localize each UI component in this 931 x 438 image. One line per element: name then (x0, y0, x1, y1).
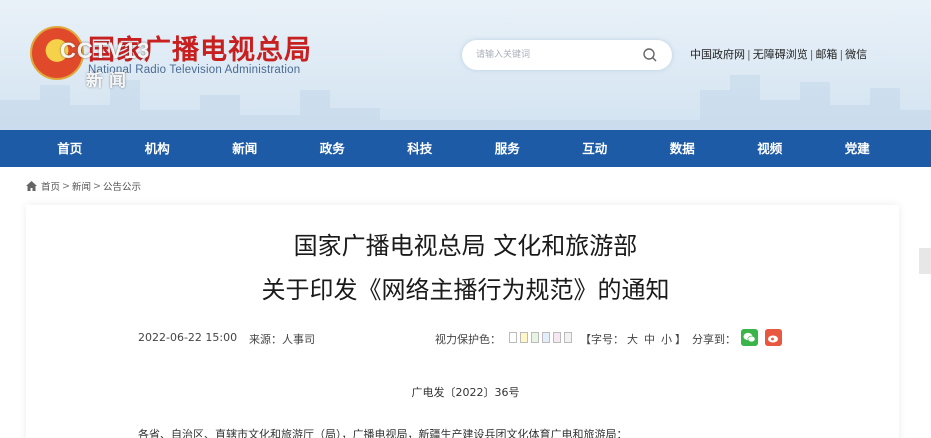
eye-color-swatch[interactable] (531, 332, 539, 343)
nav-item-video[interactable]: 视频 (726, 130, 814, 167)
document-number: 广电发〔2022〕36号 (411, 386, 520, 399)
breadcrumb-separator: > (93, 180, 101, 192)
nav-item-news[interactable]: 新闻 (201, 130, 289, 167)
nav-item-organization[interactable]: 机构 (114, 130, 202, 167)
link-accessibility[interactable]: 无障碍浏览 (753, 48, 808, 61)
weibo-share-icon[interactable] (765, 329, 782, 346)
eye-color-swatch[interactable] (542, 332, 550, 343)
nav-item-services[interactable]: 服务 (464, 130, 552, 167)
nav-item-government-affairs[interactable]: 政务 (289, 130, 377, 167)
eye-color-swatch[interactable] (520, 332, 528, 343)
eye-protection-label: 视力保护色： (435, 333, 501, 346)
breadcrumb-announcements[interactable]: 公告公示 (103, 179, 141, 193)
nav-item-technology[interactable]: 科技 (376, 130, 464, 167)
font-size-small-button[interactable]: 小 (661, 333, 672, 346)
publish-date: 2022-06-22 15:00 (138, 331, 238, 344)
wechat-share-icon[interactable] (741, 329, 758, 346)
home-icon (26, 181, 37, 191)
breadcrumb: 首页 > 新闻 > 公告公示 (26, 179, 141, 193)
font-size-control: 【字号：大中小】 (580, 331, 686, 347)
nav-item-party-building[interactable]: 党建 (814, 130, 902, 167)
font-size-medium-button[interactable]: 中 (644, 333, 655, 346)
breadcrumb-news[interactable]: 新闻 (72, 179, 91, 193)
divider: | (747, 48, 751, 61)
nav-item-home[interactable]: 首页 (26, 130, 114, 167)
font-size-large-button[interactable]: 大 (627, 333, 638, 346)
divider: | (809, 48, 814, 61)
share-label: 分享到： (692, 333, 736, 346)
eye-color-swatch[interactable] (509, 332, 517, 343)
site-header: 国家广播电视总局 National Radio Television Admin… (0, 0, 931, 130)
eye-color-swatch[interactable] (553, 332, 561, 343)
search-box (462, 40, 672, 70)
link-gov-portal[interactable]: 中国政府网 (690, 48, 745, 61)
search-input[interactable] (476, 46, 636, 64)
breadcrumb-home[interactable]: 首页 (41, 179, 60, 193)
article-title-line1: 国家广播电视总局 文化和旅游部 (293, 232, 638, 260)
eye-protection-swatches (509, 332, 572, 343)
article-source: 来源：人事司 (249, 333, 315, 346)
divider: | (839, 48, 844, 61)
breadcrumb-separator: > (62, 180, 70, 192)
search-icon[interactable] (642, 47, 658, 63)
link-wechat[interactable]: 微信 (845, 48, 867, 61)
cctv-watermark-sub: 新闻 (86, 71, 132, 91)
cctv-watermark-logo: CCTV13 (60, 38, 151, 63)
link-mailbox[interactable]: 邮箱 (815, 48, 837, 61)
eye-color-swatch[interactable] (564, 332, 572, 343)
article-body-first-line: 各省、自治区、直辖市文化和旅游厅（局），广播电视局，新疆生产建设兵团文化体育广电… (138, 428, 628, 438)
top-links: 中国政府网 | 无障碍浏览 | 邮箱 | 微信 (690, 46, 867, 62)
nav-item-interaction[interactable]: 互动 (551, 130, 639, 167)
article-title-line2: 关于印发《网络主播行为规范》的通知 (261, 276, 670, 304)
main-nav: 首页 机构 新闻 政务 科技 服务 互动 数据 视频 党建 (0, 130, 931, 167)
font-size-label: 【字号： (580, 333, 624, 346)
nav-item-data[interactable]: 数据 (639, 130, 727, 167)
font-size-close: 】 (675, 333, 686, 346)
